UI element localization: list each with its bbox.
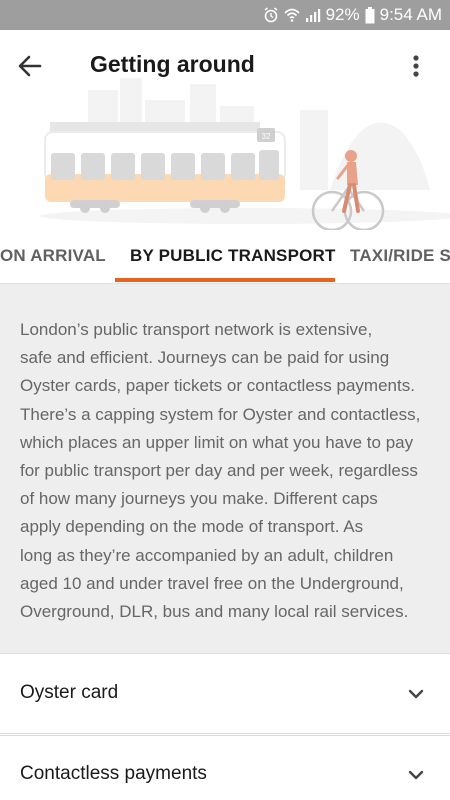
tab-bar: ON ARRIVAL BY PUBLIC TRANSPORT TAXI/RIDE… <box>0 228 450 284</box>
tab-taxi-ride-share[interactable]: TAXI/RIDE SH <box>350 228 450 283</box>
body-line: There’s a capping system for Oyster and … <box>20 404 421 424</box>
battery-percentage: 92% <box>325 5 360 24</box>
wifi-icon <box>284 8 300 22</box>
body-line: safe and efficient. Journeys can be paid… <box>20 348 390 368</box>
body-line: of how many journeys you make. Different… <box>20 489 378 509</box>
accordion-contactless-payments[interactable]: Contactless payments <box>0 735 450 800</box>
tab-on-arrival[interactable]: ON ARRIVAL <box>0 228 106 283</box>
chevron-down-icon[interactable] <box>406 684 426 704</box>
body-line: Overground, DLR, bus and many local rail… <box>20 602 409 622</box>
status-time: 9:54 AM <box>379 5 442 24</box>
tram-cyclist-illustration: 32 <box>40 78 450 230</box>
battery-icon <box>365 6 375 23</box>
body-line: which places an upper limit on what you … <box>20 432 414 452</box>
tram-number: 32 <box>262 132 271 141</box>
body-line: Oyster cards, paper tickets or contactle… <box>20 376 415 396</box>
tram: 32 <box>44 122 286 213</box>
body-line: aged 10 and under travel free on the Und… <box>20 573 404 593</box>
divider <box>0 735 450 736</box>
alarm-icon <box>264 7 278 23</box>
body-line: apply depending on the mode of transport… <box>20 517 364 537</box>
accordion-oyster-card[interactable]: Oyster card <box>0 654 450 734</box>
signal-icon <box>305 9 320 22</box>
status-bar: 92% 9:54 AM <box>0 0 450 30</box>
content-area: London’s public transport network is ext… <box>0 284 450 654</box>
body-line: for public transport per day and per wee… <box>20 461 418 481</box>
body-line: London’s public transport network is ext… <box>20 320 373 339</box>
accordion-label: Oyster card <box>20 682 119 703</box>
tab-by-public-transport[interactable]: BY PUBLIC TRANSPORT <box>130 228 336 283</box>
chevron-down-icon[interactable] <box>406 765 426 785</box>
accordion-label: Contactless payments <box>20 763 207 784</box>
body-paragraph: London’s public transport network is ext… <box>20 316 438 626</box>
hero-illustration: 32 <box>0 70 450 230</box>
active-tab-indicator <box>115 278 335 282</box>
body-line: long as they’re accompanied by an adult,… <box>20 545 394 565</box>
